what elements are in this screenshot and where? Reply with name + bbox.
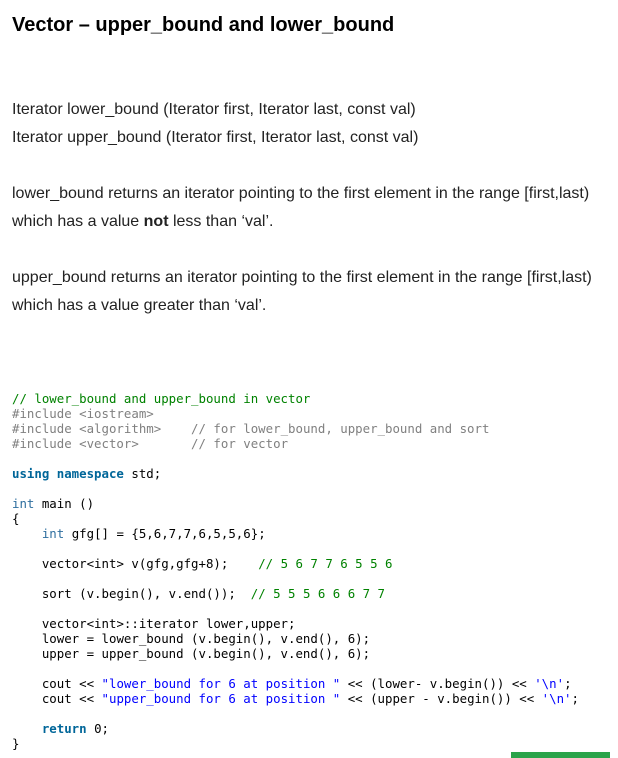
- code-cout: cout <<: [41, 691, 102, 706]
- upper-bound-description-line2: which has a value greater than ‘val’.: [12, 297, 267, 314]
- code-char: '\n': [541, 691, 572, 706]
- code-include-algorithm: #include <algorithm>: [12, 421, 162, 436]
- signature-lower-bound: Iterator lower_bound (Iterator first, It…: [12, 101, 416, 118]
- code-upper-assign: upper = upper_bound (v.begin(), v.end(),…: [41, 646, 371, 661]
- code-block: // lower_bound and upper_bound in vector…: [12, 391, 579, 751]
- code-comment-sorted-values: // 5 5 5 6 6 6 7 7: [250, 586, 386, 601]
- code-return-keyword: return: [41, 721, 87, 736]
- code-using-rest: std;: [123, 466, 162, 481]
- code-comment-algorithm: // for lower_bound, upper_bound and sort: [191, 421, 490, 436]
- page-title: Vector – upper_bound and lower_bound: [12, 14, 395, 36]
- code-cout: cout <<: [41, 676, 102, 691]
- code-lower-assign: lower = lower_bound (v.begin(), v.end(),…: [41, 631, 371, 646]
- code-using-keyword: using namespace: [12, 466, 124, 481]
- code-string: "upper_bound for 6 at position ": [101, 691, 341, 706]
- lower-bound-description-line2: which has a value not less than ‘val’.: [12, 213, 273, 231]
- code-open-brace: {: [12, 511, 20, 526]
- code-char: '\n': [534, 676, 565, 691]
- upper-bound-description-line1: upper_bound returns an iterator pointing…: [12, 269, 592, 286]
- code-int-type: int: [12, 496, 35, 511]
- lower-desc-post: less than ‘val’.: [168, 213, 274, 230]
- code-comment-vector-values: // 5 6 7 7 6 5 5 6: [258, 556, 393, 571]
- code-comment-vector: // for vector: [191, 436, 289, 451]
- code-cout-expr: << (lower- v.begin()) <<: [340, 676, 535, 691]
- code-int-type: int: [41, 526, 65, 541]
- code-include-iostream: #include <iostream>: [12, 406, 154, 421]
- signature-upper-bound: Iterator upper_bound (Iterator first, It…: [12, 129, 419, 146]
- code-string: "lower_bound for 6 at position ": [101, 676, 341, 691]
- code-array-decl: gfg[] = {5,6,7,7,6,5,5,6};: [64, 526, 266, 541]
- code-comment: // lower_bound and upper_bound in vector: [12, 391, 311, 406]
- code-iterator-decl: vector<int>::iterator lower,upper;: [41, 616, 296, 631]
- code-vector-decl: vector<int> v(gfg,gfg+8);: [41, 556, 229, 571]
- code-close-brace: }: [12, 736, 20, 751]
- code-cout-expr: << (upper - v.begin()) <<: [340, 691, 542, 706]
- code-include-vector: #include <vector>: [12, 436, 139, 451]
- code-return-value: 0;: [86, 721, 109, 736]
- lower-desc-pre: which has a value: [12, 213, 144, 230]
- green-action-bar[interactable]: [511, 752, 610, 758]
- lower-bound-description-line1: lower_bound returns an iterator pointing…: [12, 185, 590, 202]
- code-semicolon: ;: [571, 691, 579, 706]
- lower-desc-bold-not: not: [143, 213, 169, 230]
- code-sort-call: sort (v.begin(), v.end());: [41, 586, 236, 601]
- code-main-signature: main (): [34, 496, 95, 511]
- code-semicolon: ;: [564, 676, 572, 691]
